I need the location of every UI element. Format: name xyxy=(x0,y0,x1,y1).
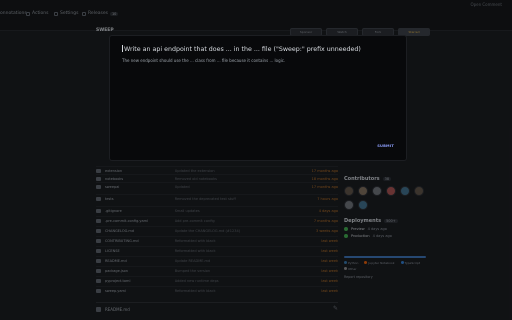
ticket-title-placeholder: Write an api endpoint that does ... in t… xyxy=(124,46,361,53)
ticket-title-input[interactable]: Write an api endpoint that does ... in t… xyxy=(122,45,402,53)
submit-button[interactable]: SUBMIT xyxy=(377,144,394,148)
ticket-description-input[interactable]: The new endpoint should use the ... clas… xyxy=(122,58,392,63)
text-cursor xyxy=(122,45,123,52)
create-ticket-modal: Write an api endpoint that does ... in t… xyxy=(110,36,406,160)
